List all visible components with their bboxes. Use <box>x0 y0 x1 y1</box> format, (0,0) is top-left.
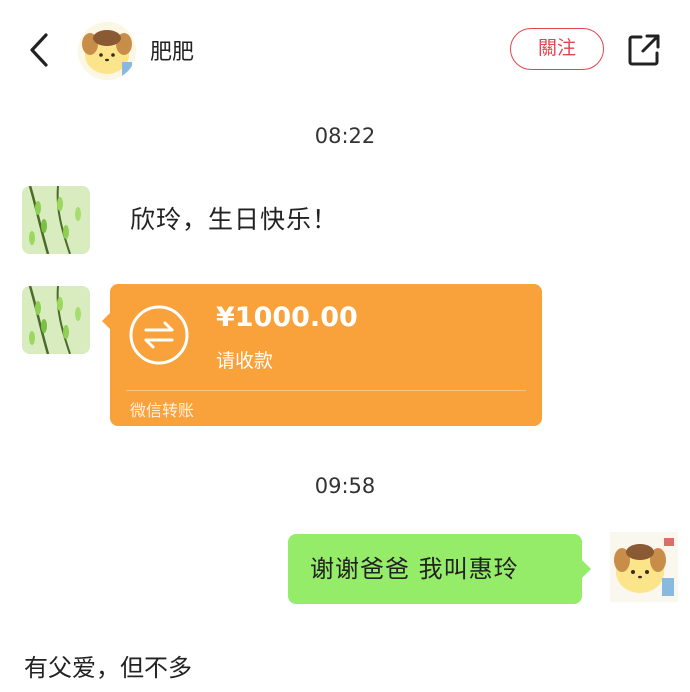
transfer-status: 请收款 <box>216 350 274 372</box>
willow-branch-icon <box>22 286 90 354</box>
contact-name: 肥肥 <box>150 40 195 65</box>
divider <box>126 390 526 391</box>
chevron-left-icon[interactable] <box>26 32 54 68</box>
transfer-card[interactable]: ¥1000.00 请收款 微信转账 <box>102 284 542 426</box>
sender-avatar[interactable] <box>22 286 90 354</box>
transfer-arrows-icon <box>129 305 189 365</box>
transfer-amount: ¥1000.00 <box>216 302 358 333</box>
contact-avatar[interactable] <box>78 22 136 80</box>
self-avatar[interactable] <box>610 532 678 602</box>
message-text: 欣玲，生日快乐！ <box>130 205 339 234</box>
follow-button[interactable]: 關注 <box>510 28 604 70</box>
timestamp: 08:22 <box>314 124 376 148</box>
caption-text: 有父爱，但不多 <box>24 654 192 682</box>
external-share-icon[interactable] <box>626 32 662 68</box>
pudding-dog-icon <box>78 22 136 80</box>
transfer-footer: 微信转账 <box>130 401 195 420</box>
timestamp: 09:58 <box>314 474 376 498</box>
pudding-dog-icon <box>610 532 678 602</box>
sender-avatar[interactable] <box>22 186 90 254</box>
chat-header: 肥肥 關注 <box>0 0 690 100</box>
willow-branch-icon <box>22 186 90 254</box>
reply-bubble: 谢谢爸爸 我叫惠玲 <box>288 534 591 604</box>
